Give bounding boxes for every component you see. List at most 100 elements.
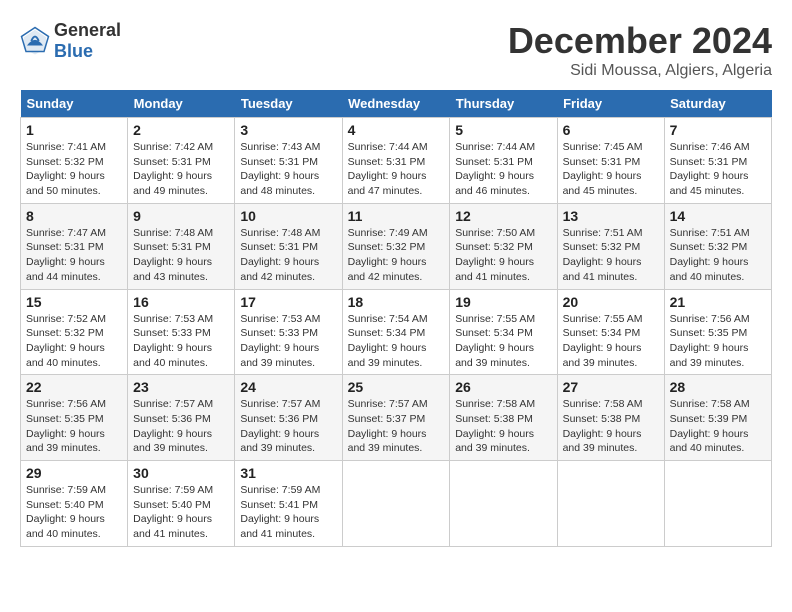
calendar-cell: 21 Sunrise: 7:56 AM Sunset: 5:35 PM Dayl… [664, 289, 771, 375]
day-info: Sunrise: 7:57 AM Sunset: 5:37 PM Dayligh… [348, 397, 445, 456]
day-number: 27 [563, 379, 659, 395]
calendar-cell: 23 Sunrise: 7:57 AM Sunset: 5:36 PM Dayl… [128, 375, 235, 461]
day-info: Sunrise: 7:48 AM Sunset: 5:31 PM Dayligh… [240, 226, 336, 285]
day-number: 4 [348, 122, 445, 138]
logo: General Blue [20, 20, 121, 62]
day-number: 3 [240, 122, 336, 138]
day-info: Sunrise: 7:57 AM Sunset: 5:36 PM Dayligh… [240, 397, 336, 456]
day-info: Sunrise: 7:50 AM Sunset: 5:32 PM Dayligh… [455, 226, 551, 285]
calendar-cell [450, 461, 557, 547]
calendar-cell: 15 Sunrise: 7:52 AM Sunset: 5:32 PM Dayl… [21, 289, 128, 375]
location-title: Sidi Moussa, Algiers, Algeria [508, 62, 772, 80]
calendar-cell: 12 Sunrise: 7:50 AM Sunset: 5:32 PM Dayl… [450, 203, 557, 289]
day-number: 21 [670, 294, 766, 310]
day-info: Sunrise: 7:46 AM Sunset: 5:31 PM Dayligh… [670, 140, 766, 199]
calendar-cell: 13 Sunrise: 7:51 AM Sunset: 5:32 PM Dayl… [557, 203, 664, 289]
day-number: 9 [133, 208, 229, 224]
header-day-thursday: Thursday [450, 90, 557, 118]
calendar-table: SundayMondayTuesdayWednesdayThursdayFrid… [20, 90, 772, 547]
logo-blue: Blue [54, 41, 93, 61]
month-title: December 2024 [508, 20, 772, 62]
calendar-cell: 22 Sunrise: 7:56 AM Sunset: 5:35 PM Dayl… [21, 375, 128, 461]
calendar-cell: 2 Sunrise: 7:42 AM Sunset: 5:31 PM Dayli… [128, 118, 235, 204]
day-info: Sunrise: 7:42 AM Sunset: 5:31 PM Dayligh… [133, 140, 229, 199]
calendar-cell: 7 Sunrise: 7:46 AM Sunset: 5:31 PM Dayli… [664, 118, 771, 204]
calendar-cell: 1 Sunrise: 7:41 AM Sunset: 5:32 PM Dayli… [21, 118, 128, 204]
logo-icon [20, 26, 50, 56]
day-number: 14 [670, 208, 766, 224]
calendar-cell: 14 Sunrise: 7:51 AM Sunset: 5:32 PM Dayl… [664, 203, 771, 289]
calendar-cell: 6 Sunrise: 7:45 AM Sunset: 5:31 PM Dayli… [557, 118, 664, 204]
title-section: December 2024 Sidi Moussa, Algiers, Alge… [508, 20, 772, 80]
calendar-cell [342, 461, 450, 547]
day-number: 29 [26, 465, 122, 481]
calendar-cell [664, 461, 771, 547]
day-info: Sunrise: 7:53 AM Sunset: 5:33 PM Dayligh… [133, 312, 229, 371]
calendar-cell: 28 Sunrise: 7:58 AM Sunset: 5:39 PM Dayl… [664, 375, 771, 461]
calendar-cell: 25 Sunrise: 7:57 AM Sunset: 5:37 PM Dayl… [342, 375, 450, 461]
header-day-saturday: Saturday [664, 90, 771, 118]
calendar-cell: 30 Sunrise: 7:59 AM Sunset: 5:40 PM Dayl… [128, 461, 235, 547]
day-info: Sunrise: 7:58 AM Sunset: 5:38 PM Dayligh… [563, 397, 659, 456]
day-number: 6 [563, 122, 659, 138]
day-number: 20 [563, 294, 659, 310]
day-info: Sunrise: 7:53 AM Sunset: 5:33 PM Dayligh… [240, 312, 336, 371]
page-header: General Blue December 2024 Sidi Moussa, … [20, 20, 772, 80]
day-info: Sunrise: 7:41 AM Sunset: 5:32 PM Dayligh… [26, 140, 122, 199]
calendar-cell: 31 Sunrise: 7:59 AM Sunset: 5:41 PM Dayl… [235, 461, 342, 547]
day-info: Sunrise: 7:45 AM Sunset: 5:31 PM Dayligh… [563, 140, 659, 199]
day-number: 28 [670, 379, 766, 395]
day-info: Sunrise: 7:48 AM Sunset: 5:31 PM Dayligh… [133, 226, 229, 285]
day-number: 16 [133, 294, 229, 310]
day-info: Sunrise: 7:57 AM Sunset: 5:36 PM Dayligh… [133, 397, 229, 456]
logo-text: General Blue [54, 20, 121, 62]
day-info: Sunrise: 7:44 AM Sunset: 5:31 PM Dayligh… [348, 140, 445, 199]
day-number: 22 [26, 379, 122, 395]
calendar-week-4: 22 Sunrise: 7:56 AM Sunset: 5:35 PM Dayl… [21, 375, 772, 461]
header-day-tuesday: Tuesday [235, 90, 342, 118]
day-info: Sunrise: 7:44 AM Sunset: 5:31 PM Dayligh… [455, 140, 551, 199]
calendar-cell: 3 Sunrise: 7:43 AM Sunset: 5:31 PM Dayli… [235, 118, 342, 204]
calendar-week-1: 1 Sunrise: 7:41 AM Sunset: 5:32 PM Dayli… [21, 118, 772, 204]
header-row: SundayMondayTuesdayWednesdayThursdayFrid… [21, 90, 772, 118]
header-day-wednesday: Wednesday [342, 90, 450, 118]
day-number: 30 [133, 465, 229, 481]
day-number: 1 [26, 122, 122, 138]
day-info: Sunrise: 7:52 AM Sunset: 5:32 PM Dayligh… [26, 312, 122, 371]
day-number: 13 [563, 208, 659, 224]
calendar-cell: 5 Sunrise: 7:44 AM Sunset: 5:31 PM Dayli… [450, 118, 557, 204]
calendar-cell: 11 Sunrise: 7:49 AM Sunset: 5:32 PM Dayl… [342, 203, 450, 289]
day-info: Sunrise: 7:59 AM Sunset: 5:41 PM Dayligh… [240, 483, 336, 542]
day-info: Sunrise: 7:43 AM Sunset: 5:31 PM Dayligh… [240, 140, 336, 199]
day-info: Sunrise: 7:55 AM Sunset: 5:34 PM Dayligh… [563, 312, 659, 371]
calendar-cell: 20 Sunrise: 7:55 AM Sunset: 5:34 PM Dayl… [557, 289, 664, 375]
day-info: Sunrise: 7:47 AM Sunset: 5:31 PM Dayligh… [26, 226, 122, 285]
day-number: 15 [26, 294, 122, 310]
day-info: Sunrise: 7:58 AM Sunset: 5:39 PM Dayligh… [670, 397, 766, 456]
day-number: 23 [133, 379, 229, 395]
day-number: 19 [455, 294, 551, 310]
day-number: 8 [26, 208, 122, 224]
day-info: Sunrise: 7:59 AM Sunset: 5:40 PM Dayligh… [133, 483, 229, 542]
day-number: 24 [240, 379, 336, 395]
day-number: 12 [455, 208, 551, 224]
calendar-cell: 19 Sunrise: 7:55 AM Sunset: 5:34 PM Dayl… [450, 289, 557, 375]
day-info: Sunrise: 7:49 AM Sunset: 5:32 PM Dayligh… [348, 226, 445, 285]
header-day-monday: Monday [128, 90, 235, 118]
day-number: 5 [455, 122, 551, 138]
calendar-week-3: 15 Sunrise: 7:52 AM Sunset: 5:32 PM Dayl… [21, 289, 772, 375]
day-info: Sunrise: 7:56 AM Sunset: 5:35 PM Dayligh… [670, 312, 766, 371]
calendar-cell: 4 Sunrise: 7:44 AM Sunset: 5:31 PM Dayli… [342, 118, 450, 204]
day-info: Sunrise: 7:51 AM Sunset: 5:32 PM Dayligh… [670, 226, 766, 285]
calendar-week-2: 8 Sunrise: 7:47 AM Sunset: 5:31 PM Dayli… [21, 203, 772, 289]
day-info: Sunrise: 7:58 AM Sunset: 5:38 PM Dayligh… [455, 397, 551, 456]
calendar-cell: 16 Sunrise: 7:53 AM Sunset: 5:33 PM Dayl… [128, 289, 235, 375]
calendar-cell: 29 Sunrise: 7:59 AM Sunset: 5:40 PM Dayl… [21, 461, 128, 547]
calendar-cell: 27 Sunrise: 7:58 AM Sunset: 5:38 PM Dayl… [557, 375, 664, 461]
calendar-cell: 26 Sunrise: 7:58 AM Sunset: 5:38 PM Dayl… [450, 375, 557, 461]
calendar-week-5: 29 Sunrise: 7:59 AM Sunset: 5:40 PM Dayl… [21, 461, 772, 547]
day-number: 25 [348, 379, 445, 395]
calendar-cell: 18 Sunrise: 7:54 AM Sunset: 5:34 PM Dayl… [342, 289, 450, 375]
calendar-cell: 8 Sunrise: 7:47 AM Sunset: 5:31 PM Dayli… [21, 203, 128, 289]
day-number: 7 [670, 122, 766, 138]
